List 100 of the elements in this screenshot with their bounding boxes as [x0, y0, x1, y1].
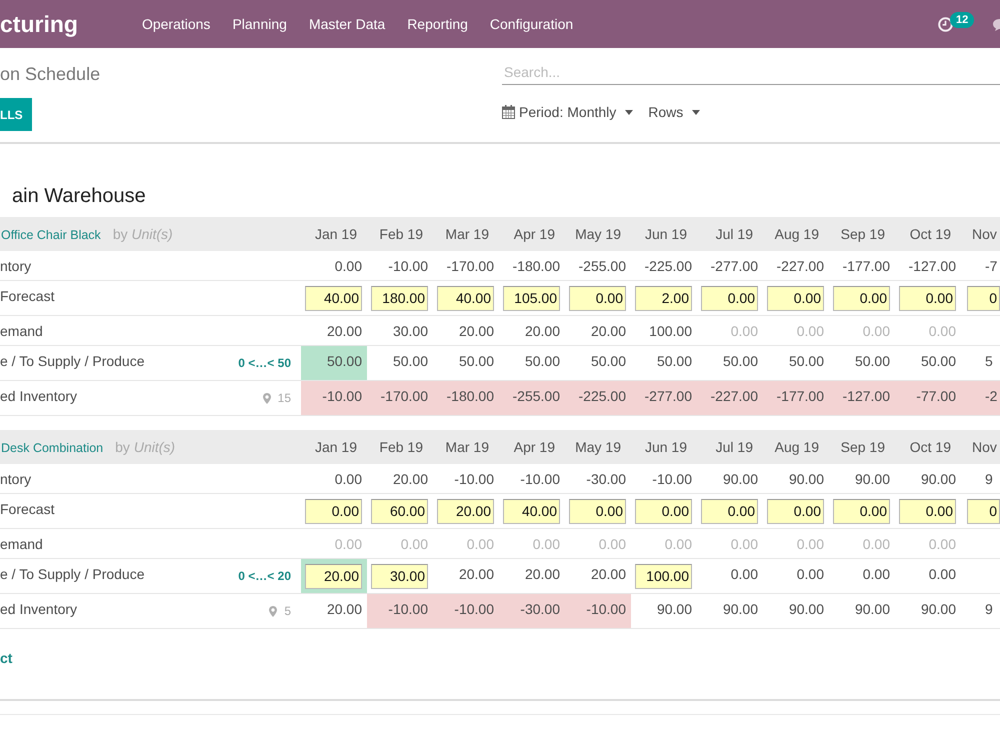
table-cell-text: 9	[984, 470, 994, 489]
search-field[interactable]: Search...	[502, 60, 1000, 85]
row-label: emand	[0, 323, 43, 339]
table-cell: -277.00	[631, 381, 697, 415]
table-cell: -255.00	[499, 381, 565, 415]
unit-label: by Unit(s)	[115, 439, 176, 455]
table-cell-text: 90.00	[854, 470, 891, 489]
row-label: ntory	[0, 471, 32, 487]
table-cell-text: 0.00	[730, 322, 759, 341]
period-dropdown[interactable]: Period: Monthly	[502, 104, 634, 120]
table-cell: -227.00	[697, 381, 763, 415]
quantity-input[interactable]: 2.00	[635, 286, 692, 310]
rows-dropdown[interactable]: Rows	[648, 104, 700, 120]
table-cell-text: 20.00	[458, 322, 495, 341]
menu-item[interactable]: Planning	[232, 16, 287, 32]
table-cell-text: 0.00	[466, 535, 495, 554]
month-header: Apr 19	[512, 226, 556, 242]
row-label: ed Inventory	[0, 388, 78, 404]
quantity-input[interactable]: 0.00	[899, 286, 956, 310]
quantity-input[interactable]: 20.00	[437, 498, 494, 524]
product-link[interactable]: Desk Combination	[1, 441, 104, 455]
quantity-input[interactable]: 0.00	[767, 286, 824, 310]
table-cell: -30.00	[499, 594, 565, 628]
table-cell-text: 20.00	[524, 322, 561, 341]
calendar-icon	[502, 105, 515, 119]
safety-stock-value: 15	[278, 391, 291, 405]
row-label: ed Inventory	[0, 601, 78, 617]
quantity-input[interactable]: 0.00	[701, 286, 758, 310]
product-link[interactable]: Office Chair Black	[1, 228, 101, 242]
clock-icon[interactable]	[938, 16, 953, 32]
quantity-input[interactable]: 0.00	[569, 286, 626, 310]
table-cell-text: 20.00	[392, 470, 429, 489]
month-header: Feb 19	[378, 439, 424, 455]
quantity-input[interactable]: 60.00	[371, 498, 428, 524]
month-header: May 19	[574, 439, 622, 455]
quantity-input[interactable]: 0.00	[701, 498, 758, 524]
quantity-input[interactable]: 100.00	[635, 564, 692, 588]
menu-item[interactable]: Reporting	[407, 16, 468, 32]
quantity-input[interactable]: 20.00	[305, 564, 362, 588]
month-header: Nov	[971, 439, 998, 455]
location-pin-icon	[269, 606, 278, 616]
table-cell: -10.00	[565, 594, 631, 628]
table-cell-text: 0.00	[928, 322, 957, 341]
month-header: Mar 19	[444, 226, 490, 242]
table-cell: -170.00	[367, 381, 433, 415]
min-max-range-link[interactable]: 0 <…< 20	[238, 569, 291, 583]
quantity-input[interactable]: 30.00	[371, 564, 428, 588]
table-cell-text: 90.00	[656, 600, 693, 619]
table-cell-text: 0.00	[598, 535, 627, 554]
table-cell-text: 0.00	[334, 535, 363, 554]
menu-item[interactable]: Operations	[142, 16, 210, 32]
warehouse-heading: ain Warehouse	[11, 184, 146, 208]
menu-item[interactable]: Master Data	[308, 16, 386, 32]
quantity-input[interactable]: 0.00	[899, 498, 956, 524]
month-header: Jul 19	[714, 439, 754, 455]
table-cell-text: 0.00	[796, 565, 825, 584]
table-cell-text: 90.00	[920, 470, 957, 489]
table-cell-text: 50.00	[854, 352, 891, 371]
table-cell-text: 0.00	[334, 470, 363, 489]
table-cell-text: 0.00	[532, 535, 561, 554]
quantity-input[interactable]: 180.00	[371, 286, 428, 310]
chat-icon[interactable]	[993, 18, 1000, 30]
table-cell-text: 0.00	[928, 565, 957, 584]
table-cell-text: 90.00	[920, 600, 957, 619]
table-cell-text: 50.00	[920, 352, 957, 371]
menu-item[interactable]: Configuration	[490, 16, 574, 32]
quantity-input[interactable]: 0.00	[635, 498, 692, 524]
quantity-input[interactable]: 40.00	[305, 286, 362, 310]
quantity-input[interactable]: 0.00	[767, 498, 824, 524]
month-header: Sep 19	[840, 226, 886, 242]
quantity-input[interactable]: 0.00	[305, 498, 362, 524]
table-cell: -127.00	[829, 381, 895, 415]
table-cell-text: -7	[984, 257, 998, 276]
table-cell-text: 90.00	[854, 600, 891, 619]
table-cell-text: 0.00	[862, 322, 891, 341]
quantity-input[interactable]: 0	[967, 498, 1000, 524]
add-product-link[interactable]: ct	[0, 649, 12, 667]
quantity-input[interactable]: 105.00	[503, 286, 560, 310]
table-cell: -10.00	[367, 594, 433, 628]
quantity-input[interactable]: 0	[967, 286, 1000, 310]
table-cell-text: 20.00	[590, 322, 627, 341]
table-cell: -180.00	[433, 381, 499, 415]
month-header: Jan 19	[314, 439, 358, 455]
month-header: Feb 19	[378, 226, 424, 242]
quantity-input[interactable]: 40.00	[503, 498, 560, 524]
row-label: e / To Supply / Produce	[0, 566, 144, 582]
table-cell-text: -10.00	[651, 470, 693, 489]
table-cell-text: 0.00	[730, 565, 759, 584]
month-header: Oct 19	[908, 226, 952, 242]
quantity-input[interactable]: 40.00	[437, 286, 494, 310]
month-header: Aug 19	[774, 226, 820, 242]
row-label: Forecast	[0, 288, 54, 304]
month-header: Jul 19	[714, 226, 754, 242]
table-cell-text: -255.00	[578, 257, 627, 276]
table-cell: -177.00	[763, 381, 829, 415]
min-max-range-link[interactable]: 0 <…< 50	[238, 356, 291, 370]
quantity-input[interactable]: 0.00	[833, 286, 890, 310]
quantity-input[interactable]: 0.00	[833, 498, 890, 524]
quantity-input[interactable]: 0.00	[569, 498, 626, 524]
month-header: Jan 19	[314, 226, 358, 242]
